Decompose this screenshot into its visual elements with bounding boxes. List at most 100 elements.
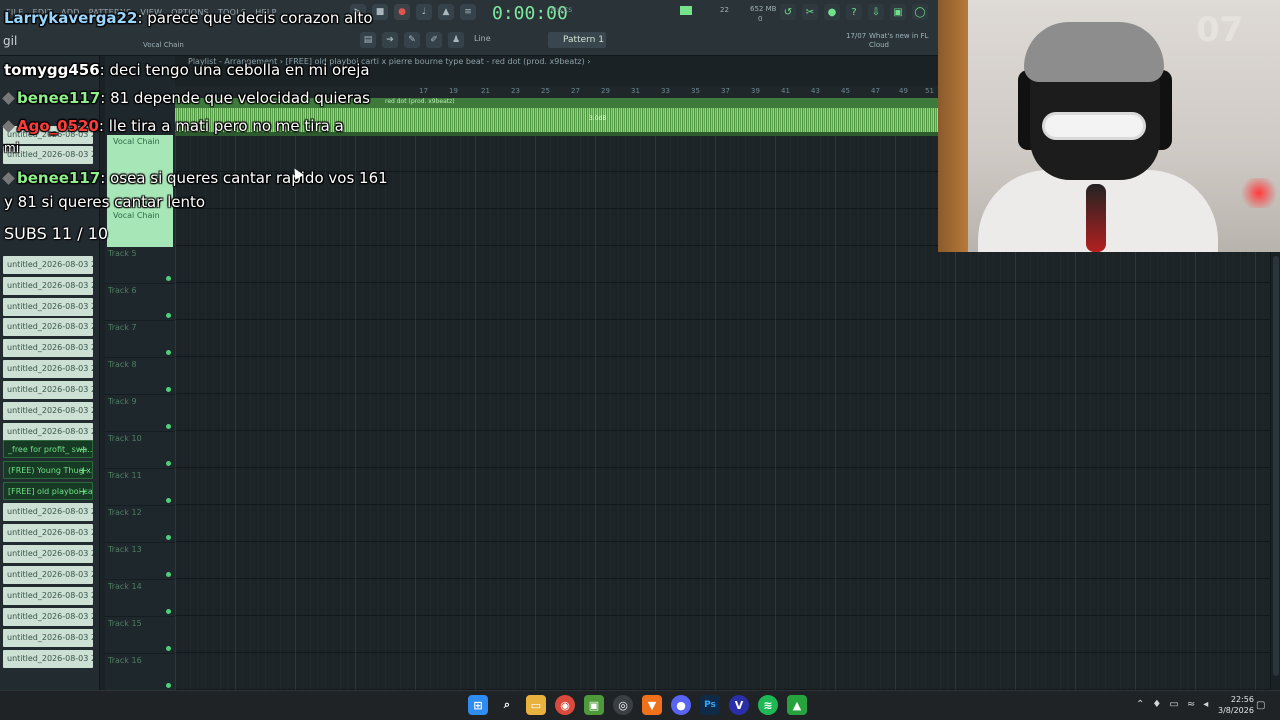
menu-patterns[interactable]: PATTERNS [89, 8, 132, 17]
notification-icon[interactable]: ▢ [1256, 700, 1265, 711]
volume-icon[interactable]: ◂ [1203, 699, 1208, 710]
track-mute-led[interactable] [166, 609, 171, 614]
track-mute-led[interactable] [166, 646, 171, 651]
mic-tray-icon[interactable]: ♦ [1152, 699, 1161, 710]
track-mute-led[interactable] [166, 498, 171, 503]
track-mute-led[interactable] [166, 461, 171, 466]
track-mute-led[interactable] [166, 350, 171, 355]
audio-clip[interactable]: red dot (prod. x9beatz) 3.0dB [175, 98, 938, 136]
menu-file[interactable]: FILE [6, 8, 24, 17]
track-header[interactable]: Track 7 [105, 321, 175, 358]
windows-icon[interactable]: ⊞ [468, 695, 488, 715]
tempo-icon[interactable]: ♩ [416, 4, 432, 20]
vertical-scrollbar[interactable] [1270, 252, 1280, 690]
track-header[interactable]: Track 15 [105, 617, 175, 654]
track-header[interactable]: Track 14 [105, 580, 175, 617]
browser-item[interactable]: untitled_2026-08-03 22-... [3, 381, 93, 399]
add-icon[interactable]: + [79, 462, 88, 478]
browser-item[interactable]: untitled_2026-08-03 22-... [3, 318, 93, 336]
track-mute-led[interactable] [166, 572, 171, 577]
browser-item[interactable]: untitled_2026-08-03 22-... [3, 298, 93, 316]
file-explorer-icon[interactable]: ▭ [526, 695, 546, 715]
plugin-icon[interactable]: ▣ [890, 4, 906, 20]
browser-item[interactable]: untitled_2026-08-03 22-... [3, 339, 93, 357]
browser-item[interactable]: untitled_2026-08-03 22-... [3, 566, 93, 584]
browser-item-highlight[interactable]: [FREE] old playboi ca... + [3, 482, 93, 500]
playlist-icon[interactable]: ▤ [360, 32, 376, 48]
browser-item[interactable]: untitled_2026-08-03 22-... [3, 256, 93, 274]
vegas-icon[interactable]: V [729, 695, 749, 715]
pattern-selector[interactable]: Pattern 1 [548, 32, 606, 48]
cut-icon[interactable]: ✂ [802, 4, 818, 20]
pencil-icon[interactable]: ✎ [404, 32, 420, 48]
download-icon[interactable]: ⇩ [868, 4, 884, 20]
browser-item[interactable]: untitled_2026-08-03 22-... [3, 608, 93, 626]
track-mute-led[interactable] [166, 424, 171, 429]
taskbar-clock[interactable]: 22:56 3/8/2026 [1218, 694, 1254, 716]
minecraft-icon[interactable]: ▣ [584, 695, 604, 715]
chat-icon[interactable]: ◯ [912, 4, 928, 20]
stop-icon[interactable]: ■ [372, 4, 388, 20]
add-icon[interactable]: + [79, 483, 88, 499]
browser-item[interactable]: untitled_2026-08-03 22-... [3, 503, 93, 521]
track-header[interactable]: Track 8 [105, 358, 175, 395]
browser-item[interactable]: untitled_2026-08-03 22-... [3, 524, 93, 542]
browser-item[interactable]: untitled_2026-08-03 22-... [3, 146, 93, 164]
track-header[interactable]: Track 10 [105, 432, 175, 469]
browser-item[interactable]: untitled_2026-08-03 22-... [3, 629, 93, 647]
spotify-icon[interactable]: ≋ [758, 695, 778, 715]
track-mute-led[interactable] [166, 683, 171, 688]
add-icon[interactable]: + [79, 441, 88, 457]
browser-item[interactable]: untitled_2026-08-03 22-... [3, 126, 93, 144]
track-mute-led[interactable] [166, 313, 171, 318]
track-header[interactable]: Track 12 [105, 506, 175, 543]
timeline-ruler[interactable]: 17 19 21 23 25 27 29 31 33 35 37 39 41 4… [175, 86, 938, 98]
scrollbar-thumb[interactable] [1273, 256, 1279, 676]
track-header[interactable]: Track 11 [105, 469, 175, 506]
track-header[interactable]: Track 5 [105, 247, 175, 284]
help-icon[interactable]: ? [846, 4, 862, 20]
vocal-chain-clip[interactable]: Vocal Chain Vocal Chain [107, 135, 173, 247]
menu-view[interactable]: VIEW [140, 8, 162, 17]
browser-item[interactable]: untitled_2026-08-03 22-... [3, 545, 93, 563]
chrome-icon[interactable]: ◉ [555, 695, 575, 715]
track-header[interactable]: Track 9 [105, 395, 175, 432]
undo-icon[interactable]: ↺ [780, 4, 796, 20]
mic-icon[interactable]: ● [824, 4, 840, 20]
play-icon[interactable]: ▶ [350, 4, 366, 20]
browser-item[interactable]: untitled_2026-08-03 22-... [3, 360, 93, 378]
browser-item[interactable]: untitled_2026-08-03 22-... [3, 650, 93, 668]
menu-tools[interactable]: TOOLS [218, 8, 247, 17]
wait-icon[interactable]: ≡ [460, 4, 476, 20]
browser-item[interactable]: untitled_2026-08-03 22-... [3, 587, 93, 605]
browser-item[interactable]: untitled_2026-08-03 22-... [3, 402, 93, 420]
search-icon[interactable]: ⌕ [497, 695, 517, 715]
browser-item[interactable]: untitled_2026-08-03 22-... [3, 277, 93, 295]
wifi-icon[interactable]: ≈ [1187, 699, 1195, 710]
brave-icon[interactable]: ▼ [642, 695, 662, 715]
track-mute-led[interactable] [166, 535, 171, 540]
track-mute-led[interactable] [166, 387, 171, 392]
browser-item-highlight[interactable]: _free for profit_ swa... + [3, 440, 93, 458]
browser-item-highlight[interactable]: (FREE) Young Thug x... + [3, 461, 93, 479]
metronome-icon[interactable]: ▲ [438, 4, 454, 20]
track-header[interactable]: Track 6 [105, 284, 175, 321]
menu-help[interactable]: HELP [255, 8, 277, 17]
stamp-icon[interactable]: ♟ [448, 32, 464, 48]
menu-edit[interactable]: EDIT [33, 8, 53, 17]
photoshop-icon[interactable]: Ps [700, 695, 720, 715]
chevron-up-icon[interactable]: ⌃ [1136, 699, 1144, 710]
browser-item[interactable]: untitled_2026-08-03 22-... [3, 423, 93, 441]
fl-studio-icon[interactable]: ▲ [787, 695, 807, 715]
record-icon[interactable]: ● [394, 4, 410, 20]
paint-icon[interactable]: ✐ [426, 32, 442, 48]
track-header[interactable]: Track 13 [105, 543, 175, 580]
snap-selector[interactable]: Line [474, 34, 491, 43]
obs-icon[interactable]: ◎ [613, 695, 633, 715]
track-header[interactable]: Track 16 [105, 654, 175, 691]
menu-options[interactable]: OPTIONS [171, 8, 209, 17]
arrow-icon[interactable]: ➔ [382, 32, 398, 48]
menu-add[interactable]: ADD [61, 8, 80, 17]
discord-icon[interactable]: ● [671, 695, 691, 715]
monitor-icon[interactable]: ▭ [1169, 699, 1178, 710]
